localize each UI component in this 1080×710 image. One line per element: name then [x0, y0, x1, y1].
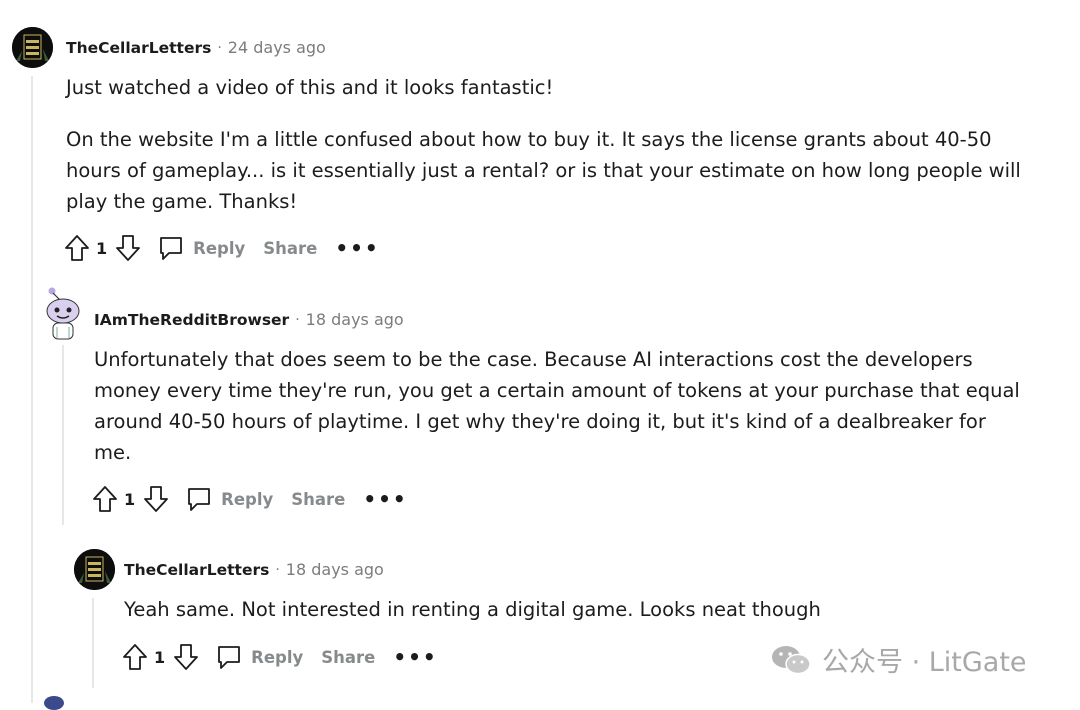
watermark-text: 公众号 · LitGate	[822, 647, 1027, 678]
reply-label: Reply	[221, 489, 274, 509]
reply-button[interactable]: Reply	[185, 485, 273, 513]
comment-paragraph: Yeah same. Not interested in renting a d…	[124, 598, 821, 621]
thread-line	[31, 76, 33, 703]
downvote-icon[interactable]	[141, 484, 171, 514]
vote-score: 1	[96, 238, 108, 258]
cellar-letters-logo-icon	[12, 27, 53, 68]
reply-button[interactable]: Reply	[215, 643, 303, 671]
more-options-button[interactable]: •••	[393, 647, 437, 667]
upvote-icon[interactable]	[90, 484, 120, 514]
vote-score: 1	[154, 647, 166, 667]
thread-line	[92, 598, 94, 688]
reply-label: Reply	[251, 647, 304, 667]
vote-score: 1	[124, 489, 136, 509]
timestamp[interactable]: 18 days ago	[306, 310, 404, 329]
comment-body: Unfortunately that does seem to be the c…	[94, 344, 1024, 489]
share-button[interactable]: Share	[291, 490, 345, 509]
comment-paragraph: On the website I'm a little confused abo…	[66, 128, 1021, 213]
comment-actions: 1 Reply Share •••	[90, 483, 408, 515]
comment-actions: 1 Reply Share •••	[120, 641, 438, 673]
reply-label: Reply	[193, 238, 246, 258]
downvote-icon[interactable]	[113, 233, 143, 263]
comment-actions: 1 Reply Share •••	[62, 232, 380, 264]
comment-meta: TheCellarLetters · 18 days ago	[124, 560, 384, 579]
avatar[interactable]	[12, 27, 53, 68]
reply-button[interactable]: Reply	[157, 234, 245, 262]
share-button[interactable]: Share	[321, 648, 375, 667]
timestamp[interactable]: 24 days ago	[228, 38, 326, 57]
avatar[interactable]	[43, 286, 83, 342]
author-name[interactable]: IAmTheRedditBrowser	[94, 311, 289, 329]
more-options-button[interactable]: •••	[335, 238, 379, 258]
upvote-icon[interactable]	[62, 233, 92, 263]
share-button[interactable]: Share	[263, 239, 317, 258]
avatar[interactable]	[74, 549, 115, 590]
comment-icon	[218, 646, 241, 669]
cellar-letters-logo-icon	[74, 549, 115, 590]
separator-dot: ·	[217, 39, 222, 56]
upvote-icon[interactable]	[120, 642, 150, 672]
snoo-avatar-icon	[46, 287, 80, 340]
comment-body: Just watched a video of this and it look…	[66, 72, 1026, 238]
wechat-icon	[772, 645, 811, 674]
comment-paragraph: Just watched a video of this and it look…	[66, 76, 554, 99]
author-name[interactable]: TheCellarLetters	[124, 561, 269, 579]
comment-paragraph: Unfortunately that does seem to be the c…	[94, 348, 1020, 464]
separator-dot: ·	[295, 311, 300, 328]
author-name[interactable]: TheCellarLetters	[66, 39, 211, 57]
comment-icon	[160, 237, 183, 260]
timestamp[interactable]: 18 days ago	[286, 560, 384, 579]
thread-line	[62, 345, 64, 525]
separator-dot: ·	[275, 561, 280, 578]
comment-body: Yeah same. Not interested in renting a d…	[124, 594, 1024, 646]
watermark: 公众号 · LitGate	[770, 640, 1027, 679]
more-options-button[interactable]: •••	[363, 489, 407, 509]
comment-icon	[188, 488, 211, 511]
avatar[interactable]	[44, 696, 64, 710]
comment-meta: TheCellarLetters · 24 days ago	[66, 38, 326, 57]
downvote-icon[interactable]	[171, 642, 201, 672]
comment-meta: IAmTheRedditBrowser · 18 days ago	[94, 310, 404, 329]
